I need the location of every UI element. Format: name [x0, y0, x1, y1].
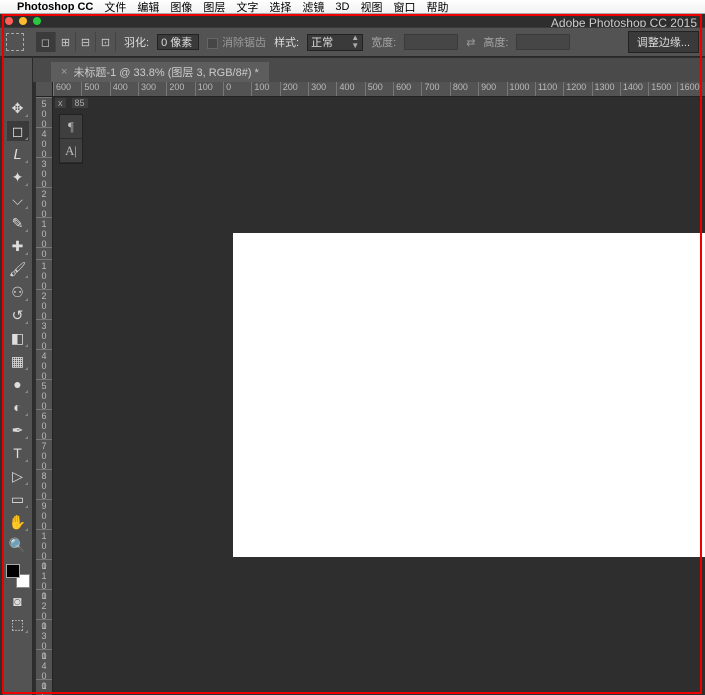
refine-edge-button[interactable]: 调整边缘... — [628, 31, 699, 53]
eraser-tool[interactable]: ◧ — [7, 328, 29, 348]
menu-app[interactable]: Photoshop CC — [17, 1, 93, 13]
height-input — [516, 34, 570, 50]
document-tab[interactable]: × 未标题-1 @ 33.8% (图层 3, RGB/8#) * — [51, 62, 269, 82]
dodge-tool[interactable]: ◐ — [7, 397, 29, 417]
menu-image[interactable]: 图像 — [170, 0, 192, 15]
move-tool[interactable]: ✥ — [7, 98, 29, 118]
swap-icon: ⇄ — [466, 36, 475, 49]
antialias-check: 消除锯齿 — [207, 34, 266, 50]
foreground-color[interactable] — [6, 564, 20, 578]
tools-panel: ✥ ◻ 𝘓 ✦ ⌵ ✎ ✚ 🖌 ⚇ ↺ ◧ ▦ ● ◐ ✒ T ▷ ▭ ✋ 🔍 … — [3, 58, 33, 695]
style-select[interactable]: 正常▲▼ — [307, 34, 363, 51]
selection-add-icon[interactable]: ⊞ — [56, 32, 76, 52]
maximize-icon[interactable] — [33, 17, 41, 25]
menu-filter[interactable]: 滤镜 — [302, 0, 324, 15]
selection-intersect-icon[interactable]: ⊡ — [96, 32, 116, 52]
menu-help[interactable]: 帮助 — [426, 0, 448, 15]
height-label: 高度: — [483, 34, 508, 50]
blur-tool[interactable]: ● — [7, 374, 29, 394]
clone-tool[interactable]: ⚇ — [7, 282, 29, 302]
canvas-area: × 未标题-1 @ 33.8% (图层 3, RGB/8#) * 6005004… — [33, 58, 705, 695]
ruler-info: x85 — [55, 98, 88, 108]
selection-new-icon[interactable]: ◻ — [36, 32, 56, 52]
close-icon[interactable] — [5, 17, 13, 25]
ruler-horizontal[interactable]: 6005004003002001000100200300400500600700… — [53, 82, 705, 97]
feather-label: 羽化: — [124, 34, 149, 50]
marquee-tool[interactable]: ◻ — [7, 121, 29, 141]
brush-tool[interactable]: 🖌 — [7, 259, 29, 279]
menu-file[interactable]: 文件 — [104, 0, 126, 15]
crop-tool[interactable]: ⌵ — [7, 190, 29, 210]
selection-subtract-icon[interactable]: ⊟ — [76, 32, 96, 52]
menu-window[interactable]: 窗口 — [393, 0, 415, 15]
close-tab-icon[interactable]: × — [61, 66, 67, 78]
menu-view[interactable]: 视图 — [360, 0, 382, 15]
mac-menubar: Photoshop CC 文件 编辑 图像 图层 文字 选择 滤镜 3D 视图 … — [0, 0, 705, 14]
menu-layer[interactable]: 图层 — [203, 0, 225, 15]
collapsed-panel[interactable]: ¶ A| — [59, 114, 83, 164]
lasso-tool[interactable]: 𝘓 — [7, 144, 29, 164]
document-tab-strip: × 未标题-1 @ 33.8% (图层 3, RGB/8#) * — [33, 58, 705, 82]
menu-edit[interactable]: 编辑 — [137, 0, 159, 15]
menu-select[interactable]: 选择 — [269, 0, 291, 15]
type-tool[interactable]: T — [7, 443, 29, 463]
minimize-icon[interactable] — [19, 17, 27, 25]
zoom-tool[interactable]: 🔍 — [7, 535, 29, 555]
selection-mode-group: ◻ ⊞ ⊟ ⊡ — [36, 32, 116, 52]
document-tab-title: 未标题-1 @ 33.8% (图层 3, RGB/8#) * — [73, 64, 258, 80]
path-select-tool[interactable]: ▷ — [7, 466, 29, 486]
ruler-vertical[interactable]: 5004003002001000100200300400500600700800… — [36, 97, 53, 695]
shape-tool[interactable]: ▭ — [7, 489, 29, 509]
eyedropper-tool[interactable]: ✎ — [7, 213, 29, 233]
style-label: 样式: — [274, 34, 299, 50]
menu-type[interactable]: 文字 — [236, 0, 258, 15]
gradient-tool[interactable]: ▦ — [7, 351, 29, 371]
character-panel-icon[interactable]: A| — [60, 139, 82, 163]
menu-3d[interactable]: 3D — [335, 1, 349, 13]
ruler-corner — [36, 82, 53, 97]
options-bar: ◻ ⊞ ⊟ ⊡ 羽化: 消除锯齿 样式: 正常▲▼ 宽度: ⇄ 高度: 调整边缘… — [0, 27, 705, 57]
feather-input[interactable] — [157, 34, 199, 50]
healing-tool[interactable]: ✚ — [7, 236, 29, 256]
screenmode-tool[interactable]: ⬚ — [7, 614, 29, 634]
magic-wand-tool[interactable]: ✦ — [7, 167, 29, 187]
width-input — [404, 34, 458, 50]
pen-tool[interactable]: ✒ — [7, 420, 29, 440]
history-brush-tool[interactable]: ↺ — [7, 305, 29, 325]
quickmask-tool[interactable]: ◙ — [7, 591, 29, 611]
current-tool-icon[interactable] — [6, 33, 24, 51]
width-label: 宽度: — [371, 34, 396, 50]
hand-tool[interactable]: ✋ — [7, 512, 29, 532]
color-swatches[interactable] — [6, 564, 30, 588]
canvas[interactable] — [233, 233, 705, 557]
paragraph-panel-icon[interactable]: ¶ — [60, 115, 82, 139]
